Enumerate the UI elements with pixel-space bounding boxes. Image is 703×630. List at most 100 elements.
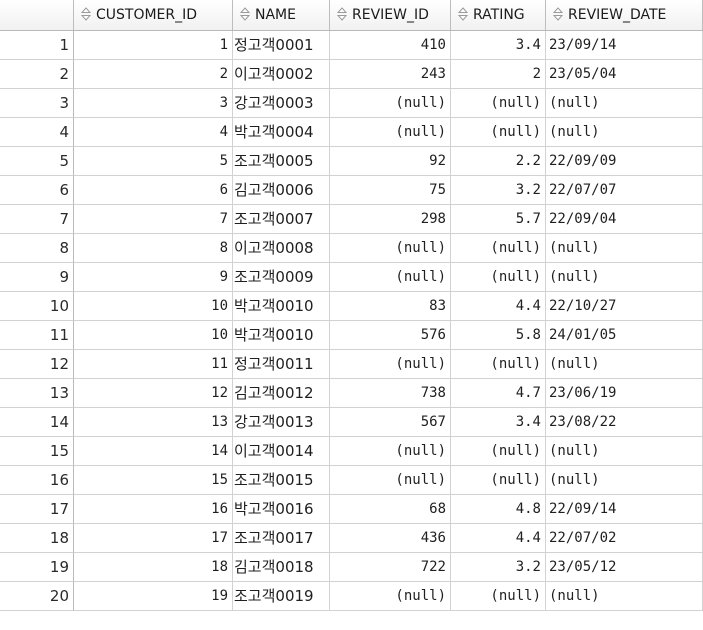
table-row[interactable]: 1 1 정고객0001 410 3.4 23/09/14 (0, 31, 703, 60)
cell-review-date[interactable]: 23/05/12 (546, 553, 703, 582)
cell-rating[interactable]: (null) (451, 234, 546, 263)
cell-review-date[interactable]: 23/05/04 (546, 60, 703, 89)
table-row[interactable]: 8 8 이고객0008 (null) (null) (null) (0, 234, 703, 263)
cell-name[interactable]: 조고객0019 (233, 582, 330, 611)
cell-customer-id[interactable]: 3 (74, 89, 233, 118)
cell-review-date[interactable]: (null) (546, 234, 703, 263)
cell-customer-id[interactable]: 10 (74, 321, 233, 350)
cell-customer-id[interactable]: 7 (74, 205, 233, 234)
row-number[interactable]: 12 (0, 350, 74, 379)
cell-rating[interactable]: (null) (451, 263, 546, 292)
query-result-grid[interactable]: CUSTOMER_ID NAME REVIEW_ID RATING REVIEW_DAT… (0, 0, 703, 630)
table-row[interactable]: 4 4 박고객0004 (null) (null) (null) (0, 118, 703, 147)
cell-rating[interactable]: 3.2 (451, 176, 546, 205)
column-header-review-id[interactable]: REVIEW_ID (330, 0, 451, 30)
sort-arrows-icon[interactable] (551, 7, 565, 21)
table-row[interactable]: 18 17 조고객0017 436 4.4 22/07/02 (0, 524, 703, 553)
table-row[interactable]: 6 6 김고객0006 75 3.2 22/07/07 (0, 176, 703, 205)
cell-rating[interactable]: (null) (451, 466, 546, 495)
cell-rating[interactable]: 3.4 (451, 31, 546, 60)
table-row[interactable]: 2 2 이고객0002 243 2 23/05/04 (0, 60, 703, 89)
row-number[interactable]: 10 (0, 292, 74, 321)
row-number[interactable]: 11 (0, 321, 74, 350)
cell-name[interactable]: 김고객0006 (233, 176, 330, 205)
cell-name[interactable]: 조고객0005 (233, 147, 330, 176)
table-row[interactable]: 11 10 박고객0010 576 5.8 24/01/05 (0, 321, 703, 350)
cell-rating[interactable]: 2 (451, 60, 546, 89)
cell-customer-id[interactable]: 9 (74, 263, 233, 292)
cell-review-id[interactable]: 722 (330, 553, 451, 582)
sort-arrows-icon[interactable] (335, 7, 349, 21)
cell-rating[interactable]: (null) (451, 350, 546, 379)
cell-customer-id[interactable]: 5 (74, 147, 233, 176)
column-header-customer-id[interactable]: CUSTOMER_ID (74, 0, 233, 30)
cell-review-date[interactable]: (null) (546, 350, 703, 379)
cell-review-date[interactable]: 22/07/07 (546, 176, 703, 205)
column-header-review-date[interactable]: REVIEW_DATE (546, 0, 703, 30)
table-row[interactable]: 7 7 조고객0007 298 5.7 22/09/04 (0, 205, 703, 234)
row-number[interactable]: 8 (0, 234, 74, 263)
cell-rating[interactable]: (null) (451, 582, 546, 611)
cell-review-date[interactable]: 22/09/04 (546, 205, 703, 234)
header-corner[interactable] (0, 0, 74, 30)
row-number[interactable]: 9 (0, 263, 74, 292)
cell-name[interactable]: 조고객0017 (233, 524, 330, 553)
cell-rating[interactable]: 3.4 (451, 408, 546, 437)
cell-customer-id[interactable]: 13 (74, 408, 233, 437)
table-row[interactable]: 9 9 조고객0009 (null) (null) (null) (0, 263, 703, 292)
cell-review-id[interactable]: (null) (330, 263, 451, 292)
cell-name[interactable]: 박고객0010 (233, 321, 330, 350)
cell-customer-id[interactable]: 1 (74, 31, 233, 60)
row-number[interactable]: 13 (0, 379, 74, 408)
cell-name[interactable]: 정고객0011 (233, 350, 330, 379)
cell-review-date[interactable]: 23/06/19 (546, 379, 703, 408)
cell-review-date[interactable]: (null) (546, 118, 703, 147)
cell-rating[interactable]: (null) (451, 118, 546, 147)
cell-name[interactable]: 이고객0008 (233, 234, 330, 263)
cell-customer-id[interactable]: 10 (74, 292, 233, 321)
column-header-rating[interactable]: RATING (451, 0, 546, 30)
column-header-name[interactable]: NAME (233, 0, 330, 30)
row-number[interactable]: 18 (0, 524, 74, 553)
row-number[interactable]: 14 (0, 408, 74, 437)
cell-review-id[interactable]: (null) (330, 89, 451, 118)
cell-name[interactable]: 조고객0009 (233, 263, 330, 292)
cell-review-id[interactable]: (null) (330, 437, 451, 466)
cell-review-date[interactable]: (null) (546, 466, 703, 495)
row-number[interactable]: 1 (0, 31, 74, 60)
table-row[interactable]: 12 11 정고객0011 (null) (null) (null) (0, 350, 703, 379)
cell-customer-id[interactable]: 2 (74, 60, 233, 89)
table-row[interactable]: 19 18 김고객0018 722 3.2 23/05/12 (0, 553, 703, 582)
cell-review-date[interactable]: (null) (546, 437, 703, 466)
cell-name[interactable]: 이고객0014 (233, 437, 330, 466)
cell-customer-id[interactable]: 16 (74, 495, 233, 524)
row-number[interactable]: 15 (0, 437, 74, 466)
cell-rating[interactable]: 4.8 (451, 495, 546, 524)
cell-customer-id[interactable]: 11 (74, 350, 233, 379)
cell-customer-id[interactable]: 19 (74, 582, 233, 611)
row-number[interactable]: 19 (0, 553, 74, 582)
cell-customer-id[interactable]: 6 (74, 176, 233, 205)
row-number[interactable]: 4 (0, 118, 74, 147)
table-row[interactable]: 13 12 김고객0012 738 4.7 23/06/19 (0, 379, 703, 408)
cell-customer-id[interactable]: 15 (74, 466, 233, 495)
sort-arrows-icon[interactable] (79, 7, 93, 21)
cell-customer-id[interactable]: 18 (74, 553, 233, 582)
cell-rating[interactable]: 2.2 (451, 147, 546, 176)
cell-review-date[interactable]: (null) (546, 582, 703, 611)
cell-name[interactable]: 박고객0010 (233, 292, 330, 321)
cell-review-id[interactable]: 243 (330, 60, 451, 89)
cell-rating[interactable]: 5.7 (451, 205, 546, 234)
cell-review-id[interactable]: 567 (330, 408, 451, 437)
table-row[interactable]: 5 5 조고객0005 92 2.2 22/09/09 (0, 147, 703, 176)
cell-rating[interactable]: 4.7 (451, 379, 546, 408)
cell-review-date[interactable]: 23/09/14 (546, 31, 703, 60)
cell-review-id[interactable]: 298 (330, 205, 451, 234)
cell-review-id[interactable]: 436 (330, 524, 451, 553)
sort-arrows-icon[interactable] (456, 7, 470, 21)
row-number[interactable]: 2 (0, 60, 74, 89)
cell-name[interactable]: 강고객0013 (233, 408, 330, 437)
cell-customer-id[interactable]: 8 (74, 234, 233, 263)
cell-name[interactable]: 정고객0001 (233, 31, 330, 60)
cell-review-id[interactable]: 75 (330, 176, 451, 205)
